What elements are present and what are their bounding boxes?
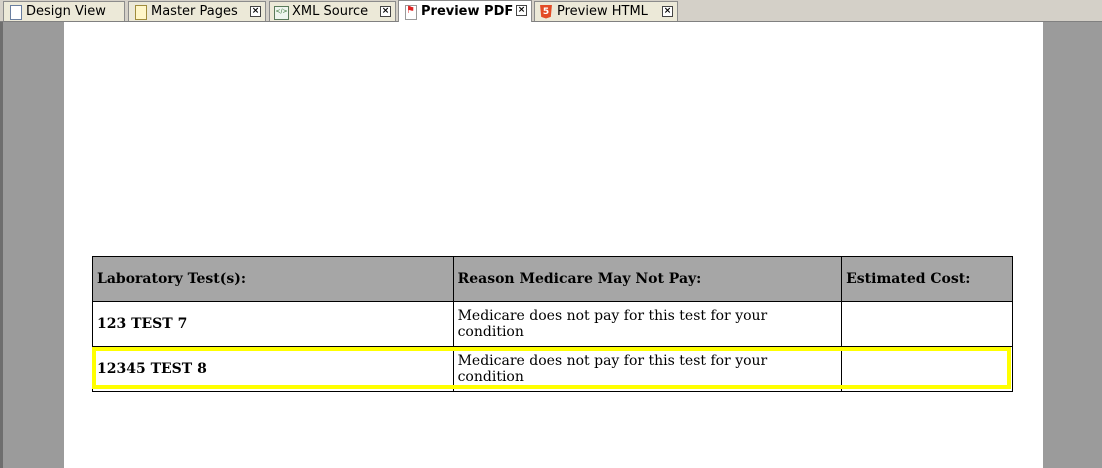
pdf-preview-page: Laboratory Test(s): Reason Medicare May …	[64, 22, 1043, 468]
workspace-gutter	[1043, 22, 1102, 468]
xml-icon	[274, 5, 289, 20]
left-splitter[interactable]	[0, 22, 3, 468]
tab-design-view[interactable]: Design View	[3, 1, 125, 21]
table-cell: 123 TEST 7	[92, 301, 454, 347]
column-header: Estimated Cost:	[841, 256, 1013, 302]
tab-label: Preview PDF	[421, 4, 514, 19]
tab-preview-pdf[interactable]: Preview PDF ×	[398, 0, 532, 22]
table-header-row: Laboratory Test(s): Reason Medicare May …	[92, 256, 1013, 302]
table-cell: Medicare does not pay for this test for …	[452, 301, 843, 347]
tab-preview-html[interactable]: Preview HTML ×	[534, 1, 678, 21]
close-icon[interactable]: ×	[250, 6, 261, 17]
laboratory-tests-table: Laboratory Test(s): Reason Medicare May …	[92, 256, 1013, 392]
table-cell: Medicare does not pay for this test for …	[452, 346, 843, 392]
tab-xml-source[interactable]: XML Source ×	[269, 1, 396, 21]
table-cell: 12345 TEST 8	[92, 346, 454, 392]
editor-tab-bar: Design View Master Pages × XML Source × …	[0, 0, 1102, 22]
column-header: Reason Medicare May Not Pay:	[452, 256, 843, 302]
master-pages-icon	[133, 4, 147, 20]
table-row: 12345 TEST 8 Medicare does not pay for t…	[92, 346, 1013, 392]
document-icon	[8, 4, 22, 20]
close-icon[interactable]: ×	[662, 6, 673, 17]
close-icon[interactable]: ×	[380, 6, 391, 17]
tab-label: XML Source	[292, 4, 369, 19]
column-header: Laboratory Test(s):	[92, 256, 454, 302]
close-icon[interactable]: ×	[516, 5, 527, 16]
tab-master-pages[interactable]: Master Pages ×	[128, 1, 266, 21]
table-cell	[841, 301, 1013, 347]
table-cell	[841, 346, 1013, 392]
table-row: 123 TEST 7 Medicare does not pay for thi…	[92, 301, 1013, 347]
tab-label: Design View	[26, 4, 106, 19]
pdf-icon	[403, 4, 417, 20]
tab-label: Preview HTML	[557, 4, 648, 19]
tab-label: Master Pages	[151, 4, 238, 19]
html5-icon	[539, 5, 553, 19]
